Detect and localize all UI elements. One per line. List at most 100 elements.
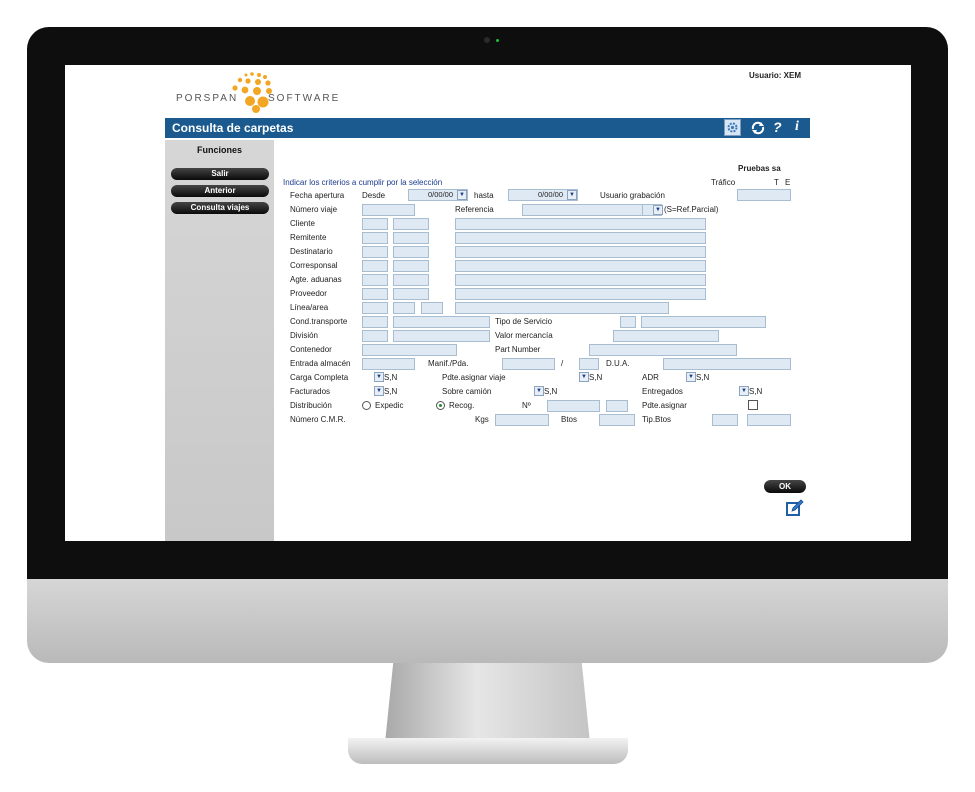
manif-input[interactable]	[502, 358, 555, 370]
chevron-down-icon[interactable]: ▼	[534, 386, 544, 396]
tipo-servicio-code-input[interactable]	[620, 316, 636, 328]
remitente-name-input[interactable]	[455, 232, 706, 244]
entrada-almacen-label: Entrada almacén	[290, 359, 351, 368]
agte-aduanas-name-input[interactable]	[455, 274, 706, 286]
monitor-stand	[385, 663, 590, 743]
salir-button[interactable]: Salir	[171, 168, 269, 180]
settings-gear-icon[interactable]	[724, 119, 741, 136]
chevron-down-icon[interactable]: ▼	[579, 372, 589, 382]
cliente-label: Cliente	[290, 219, 315, 228]
linea-sub-input[interactable]	[393, 302, 415, 314]
numero-sub-input[interactable]	[606, 400, 628, 412]
proveedor-sub-input[interactable]	[393, 288, 429, 300]
cliente-name-input[interactable]	[455, 218, 706, 230]
division-name-input[interactable]	[393, 330, 490, 342]
recog-radio[interactable]	[436, 401, 445, 410]
linea-name-input[interactable]	[455, 302, 669, 314]
contenedor-input[interactable]	[362, 344, 457, 356]
chevron-down-icon[interactable]: ▼	[457, 190, 467, 200]
part-number-input[interactable]	[589, 344, 737, 356]
pdte-asignar-viaje-options[interactable]: S,N	[589, 373, 602, 383]
facturados-label: Facturados	[290, 387, 331, 396]
distribucion-label: Distribución	[290, 401, 332, 410]
destinatario-sub-input[interactable]	[393, 246, 429, 258]
numero-input[interactable]	[547, 400, 600, 412]
valor-mercancia-label: Valor mercancía	[495, 331, 553, 340]
linea-code-input[interactable]	[362, 302, 388, 314]
remitente-code-input[interactable]	[362, 232, 388, 244]
chevron-down-icon[interactable]: ▼	[739, 386, 749, 396]
pdte-asignar-label: Pdte.asignar	[642, 401, 687, 410]
ok-button[interactable]: OK	[764, 480, 806, 493]
refresh-icon[interactable]	[750, 120, 766, 136]
remitente-label: Remitente	[290, 233, 327, 242]
linea-area-label: Línea/area	[290, 303, 329, 312]
cliente-sub-input[interactable]	[393, 218, 429, 230]
cliente-code-input[interactable]	[362, 218, 388, 230]
company-name: Pruebas sa	[738, 164, 781, 173]
btos-input[interactable]	[599, 414, 635, 426]
referencia-input[interactable]	[522, 204, 662, 216]
adr-options[interactable]: S,N	[696, 373, 709, 383]
referencia-label: Referencia	[455, 205, 494, 214]
proveedor-name-input[interactable]	[455, 288, 706, 300]
numero-viaje-input[interactable]	[362, 204, 415, 216]
entrada-almacen-input[interactable]	[362, 358, 415, 370]
entregados-options[interactable]: S,N	[749, 387, 762, 397]
dua-input[interactable]	[663, 358, 791, 370]
chevron-down-icon[interactable]: ▼	[374, 372, 384, 382]
trafico-label: Tráfico	[711, 178, 736, 187]
corresponsal-sub-input[interactable]	[393, 260, 429, 272]
chevron-down-icon[interactable]: ▼	[374, 386, 384, 396]
agte-aduanas-sub-input[interactable]	[393, 274, 429, 286]
division-code-input[interactable]	[362, 330, 388, 342]
agte-aduanas-code-input[interactable]	[362, 274, 388, 286]
division-label: División	[290, 331, 319, 340]
consulta-viajes-button[interactable]: Consulta viajes	[171, 202, 269, 214]
valor-mercancia-input[interactable]	[613, 330, 719, 342]
contenedor-label: Contenedor	[290, 345, 332, 354]
help-icon[interactable]: ?	[773, 119, 782, 135]
remitente-sub-input[interactable]	[393, 232, 429, 244]
tip-btos-name-input[interactable]	[747, 414, 791, 426]
area-input[interactable]	[421, 302, 443, 314]
numero-label: Nº	[522, 401, 531, 410]
part-number-label: Part Number	[495, 345, 541, 354]
company-logo: Porspan Software	[174, 71, 338, 113]
numero-viaje-label: Número viaje	[290, 205, 338, 214]
pdte-asignar-checkbox[interactable]	[748, 400, 758, 410]
facturados-options[interactable]: S,N	[384, 387, 397, 397]
info-icon[interactable]: i	[795, 119, 799, 135]
instruction-text: Indicar los criterios a cumplir por la s…	[283, 178, 443, 187]
monitor-foot	[348, 738, 628, 764]
cond-transporte-code-input[interactable]	[362, 316, 388, 328]
kgs-input[interactable]	[495, 414, 549, 426]
carga-completa-options[interactable]: S,N	[384, 373, 397, 383]
destinatario-code-input[interactable]	[362, 246, 388, 258]
anterior-button[interactable]: Anterior	[171, 185, 269, 197]
tip-btos-code-input[interactable]	[712, 414, 738, 426]
destinatario-label: Destinatario	[290, 247, 333, 256]
sobre-camion-options[interactable]: S,N	[544, 387, 557, 397]
page-title: Consulta de carpetas	[172, 121, 294, 135]
ref-parcial-label: (S=Ref.Parcial)	[664, 205, 719, 214]
proveedor-code-input[interactable]	[362, 288, 388, 300]
entregados-label: Entregados	[642, 387, 683, 396]
camera-icon	[484, 37, 490, 43]
chevron-down-icon[interactable]: ▼	[653, 205, 663, 215]
usuario-grabacion-input[interactable]	[737, 189, 791, 201]
chevron-down-icon[interactable]: ▼	[686, 372, 696, 382]
corresponsal-name-input[interactable]	[455, 260, 706, 272]
kgs-label: Kgs	[475, 415, 489, 424]
camera-led-icon	[496, 39, 499, 42]
chevron-down-icon[interactable]: ▼	[567, 190, 577, 200]
corresponsal-code-input[interactable]	[362, 260, 388, 272]
edit-icon[interactable]	[786, 499, 804, 517]
destinatario-name-input[interactable]	[455, 246, 706, 258]
expedic-radio[interactable]	[362, 401, 371, 410]
cond-transporte-name-input[interactable]	[393, 316, 490, 328]
gear-icon	[727, 122, 738, 133]
pda-input[interactable]	[579, 358, 599, 370]
hasta-label: hasta	[474, 191, 494, 200]
tipo-servicio-name-input[interactable]	[641, 316, 766, 328]
